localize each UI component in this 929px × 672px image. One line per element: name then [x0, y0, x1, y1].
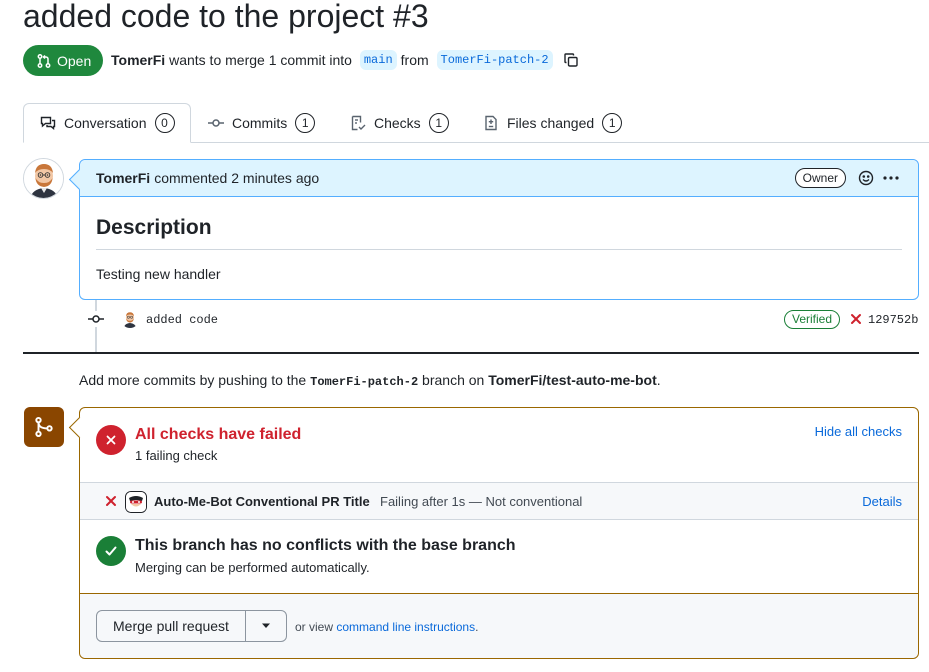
command-line-instructions-link[interactable]: command line instructions [336, 620, 475, 634]
base-branch-tag[interactable]: main [359, 50, 397, 70]
pr-merge-text: wants to merge 1 commit into [169, 52, 352, 68]
pr-from-text: from [400, 52, 429, 68]
hide-all-checks-link[interactable]: Hide all checks [815, 424, 902, 439]
pr-state-badge: Open [23, 45, 103, 76]
push-hint-suffix: . [656, 372, 661, 388]
pr-title: added code to the project #3 [23, 0, 429, 34]
tab-label: Commits [232, 115, 288, 131]
merge-button-group: Merge pull request [96, 610, 287, 642]
pr-tabs: Conversation 0 Commits 1 Checks 1 Files … [23, 103, 929, 143]
merge-pull-request-button[interactable]: Merge pull request [97, 611, 246, 641]
checklist-icon [350, 115, 366, 131]
check-details-link[interactable]: Details [862, 494, 902, 510]
push-hint: Add more commits by pushing to the Tomer… [79, 370, 661, 392]
tab-counter: 1 [602, 113, 623, 133]
comment-text: Testing new handler [96, 266, 221, 282]
tab-conversation[interactable]: Conversation 0 [23, 103, 191, 143]
x-fail-icon [104, 494, 118, 508]
checks-summary: All checks have failed 1 failing check H… [80, 408, 918, 482]
add-reaction-smiley-icon[interactable] [858, 170, 874, 186]
kebab-horizontal-icon[interactable] [882, 170, 900, 186]
merge-alt-prefix: or view [295, 620, 334, 634]
check-item: Auto-Me-Bot Conventional PR Title Failin… [80, 482, 918, 520]
merge-alt-text: or view command line instructions. [295, 619, 478, 635]
triangle-down-icon [261, 623, 271, 629]
check-circle-icon [96, 536, 126, 566]
head-branch-tag[interactable]: TomerFi-patch-2 [436, 50, 553, 70]
comment-header: TomerFi commented 2 minutes ago Owner [80, 160, 918, 197]
tab-checks[interactable]: Checks 1 [350, 103, 449, 143]
merge-box: All checks have failed 1 failing check H… [79, 407, 919, 659]
comment-author-link[interactable]: TomerFi [96, 170, 150, 186]
merge-method-dropdown[interactable] [246, 611, 286, 641]
tab-label: Files changed [507, 115, 595, 131]
copy-icon[interactable] [563, 52, 579, 68]
comment-discussion-icon [40, 115, 56, 131]
pr-meta: TomerFi wants to merge 1 commit into mai… [111, 50, 579, 70]
tab-label: Checks [374, 115, 421, 131]
comment-timestamp[interactable]: commented 2 minutes ago [154, 170, 319, 186]
pr-state-label: Open [57, 52, 92, 69]
git-merge-icon [24, 407, 64, 447]
git-commit-icon [88, 311, 104, 327]
commit-author-avatar[interactable] [121, 310, 139, 328]
comment-box: TomerFi commented 2 minutes ago Owner De… [79, 159, 919, 300]
x-fail-icon[interactable] [849, 312, 863, 326]
owner-badge: Owner [794, 168, 846, 188]
tab-counter: 1 [295, 113, 316, 133]
git-pull-request-icon [36, 53, 52, 69]
verified-badge[interactable]: Verified [784, 310, 841, 329]
commit-sha-link[interactable]: 129752b [868, 312, 918, 328]
merge-footer: Merge pull request or view command line … [80, 594, 918, 658]
commit-message-link[interactable]: added code [146, 312, 218, 328]
conflicts-subtitle: Merging can be performed automatically. [135, 560, 370, 575]
push-hint-prefix: Add more commits by pushing to the [79, 372, 307, 388]
git-commit-icon [208, 115, 224, 131]
tab-files-changed[interactable]: Files changed 1 [483, 103, 623, 143]
merge-alt-suffix: . [475, 620, 479, 634]
comment-author-avatar[interactable] [23, 158, 64, 199]
conflicts-title: This branch has no conflicts with the ba… [135, 537, 516, 554]
checks-subtitle: 1 failing check [135, 448, 218, 463]
checks-title: All checks have failed [135, 426, 302, 443]
file-diff-icon [483, 115, 499, 131]
tab-label: Conversation [64, 115, 147, 131]
push-hint-branch: TomerFi-patch-2 [310, 375, 419, 389]
timeline-end-divider [23, 352, 919, 354]
check-name: Auto-Me-Bot Conventional PR Title [154, 494, 370, 509]
x-circle-icon [96, 425, 126, 455]
push-hint-repo-link[interactable]: TomerFi/test-auto-me-bot [488, 372, 657, 388]
tab-counter: 0 [154, 113, 175, 133]
push-hint-middle: branch on [422, 372, 485, 388]
tab-counter: 1 [428, 113, 449, 133]
bot-app-icon [125, 491, 147, 513]
tab-commits[interactable]: Commits 1 [208, 103, 316, 143]
check-description: Failing after 1s — Not conventional [380, 494, 583, 509]
conflicts-status: This branch has no conflicts with the ba… [80, 520, 918, 594]
pr-author-link[interactable]: TomerFi [111, 50, 165, 70]
comment-heading: Description [96, 213, 902, 250]
comment-body: Description Testing new handler [80, 197, 918, 300]
